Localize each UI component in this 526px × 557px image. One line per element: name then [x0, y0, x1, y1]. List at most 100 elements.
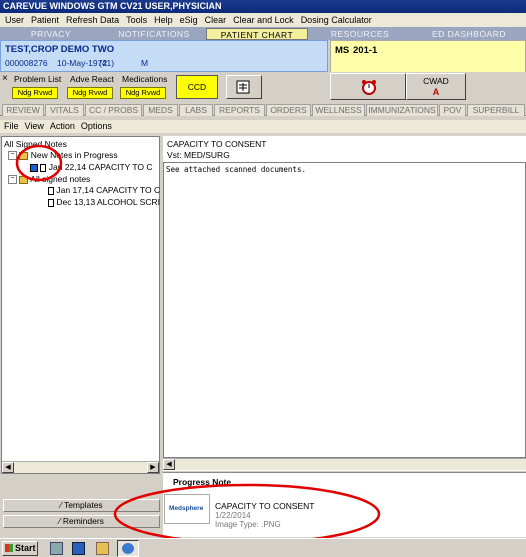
taskbar: Start [0, 538, 526, 557]
menu-options[interactable]: Options [81, 121, 112, 131]
notes-menu-bar: File View Action Options [0, 120, 526, 133]
reminders-label: Reminders [62, 516, 104, 526]
note-body-text: See attached scanned documents. [166, 165, 306, 174]
problem-list-status[interactable]: Ndg Rvwd [12, 87, 58, 99]
problem-list-label: Problem List [14, 74, 62, 84]
start-label: Start [15, 543, 36, 553]
patient-name: TEST,CROP DEMO TWO [5, 44, 115, 55]
menu-action[interactable]: Action [50, 121, 75, 131]
carevue-app-icon [122, 543, 134, 554]
windows-logo-icon [5, 544, 13, 552]
tree-item-dec13[interactable]: Dec 13,13 ALCOHOL SCRI [48, 197, 160, 208]
note-horizontal-scrollbar[interactable]: ◀ [163, 458, 526, 470]
ccd-button[interactable]: CCD [176, 75, 218, 99]
tab-meds[interactable]: MEDS [143, 104, 178, 116]
location-unit: MS [335, 45, 350, 56]
tab-superbill[interactable]: SUPERBILL [467, 104, 525, 116]
reminders-button[interactable]: ⁄ Reminders [3, 515, 160, 528]
cwad-label: CWAD [423, 76, 449, 86]
menu-clear[interactable]: Clear [205, 15, 227, 25]
collapse-icon[interactable]: − [8, 175, 17, 185]
tab-labs[interactable]: LABS [179, 104, 213, 116]
location-panel[interactable]: MS 201-1 [330, 40, 526, 76]
note-view-panel: CAPACITY TO CONSENT Vst: MED/SURG See at… [163, 136, 526, 471]
location-room: 201-1 [353, 45, 378, 56]
tree-item-jan22-label: Jan 22,14 CAPACITY TO C [48, 162, 153, 172]
tab-notifications[interactable]: NOTIFICATIONS [102, 28, 206, 40]
medsphere-logo: Medsphere [169, 505, 204, 512]
adverse-reactions-status[interactable]: Ndg Rvwd [67, 87, 113, 99]
medications-status[interactable]: Ndg Rvwd [120, 87, 166, 99]
carevue-taskbar-button[interactable] [117, 540, 139, 557]
scroll-left-icon[interactable]: ◀ [163, 459, 175, 470]
server-manager-icon[interactable] [50, 542, 63, 555]
attachment-date: 1/22/2014 [215, 511, 251, 520]
tree-item-jan22[interactable]: Jan 22,14 CAPACITY TO C [30, 162, 153, 173]
tree-group-new-notes-label: New Notes in Progress [30, 150, 118, 160]
tree-group-signed-label: All signed notes [30, 174, 91, 184]
menu-tools[interactable]: Tools [126, 15, 147, 25]
tab-cc-probs[interactable]: CC / PROBS [85, 104, 142, 116]
alerts-row: × Problem List Ndg Rvwd Adve React Ndg R… [0, 72, 526, 102]
tree-item-jan17[interactable]: Jan 17,14 CAPACITY TO C [48, 185, 160, 196]
thumbnail[interactable]: Medsphere [164, 494, 210, 524]
menu-dosing-calculator[interactable]: Dosing Calculator [301, 15, 372, 25]
patient-age: (41) [99, 58, 115, 68]
cwad-value: A [432, 87, 440, 97]
calculator-icon [236, 80, 250, 94]
menu-bar: User Patient Refresh Data Tools Help eSig Clea… [0, 13, 526, 27]
title-bar: CAREVUE WINDOWS GTM CV21 USER,PHYSICIAN [0, 0, 526, 13]
calculator-button[interactable] [226, 75, 262, 99]
menu-esig[interactable]: eSig [180, 15, 198, 25]
tab-reports[interactable]: REPORTS [214, 104, 265, 116]
folder-icon [19, 151, 29, 160]
patient-banner[interactable]: TEST,CROP DEMO TWO 000008276 10-May-1972… [0, 40, 328, 72]
progress-note-panel: Progress Note Medsphere CAPACITY TO CONS… [163, 472, 526, 537]
tab-immunizations[interactable]: IMMUNIZATIONS [366, 104, 438, 116]
attachment-title: CAPACITY TO CONSENT [215, 501, 315, 511]
notes-tree-panel: All Signed Notes − New Notes in Progress… [1, 136, 160, 474]
tab-wellness[interactable]: WELLNESS [312, 104, 365, 116]
templates-label: Templates [63, 500, 103, 510]
start-button[interactable]: Start [2, 541, 38, 556]
tree-header: All Signed Notes [4, 139, 67, 149]
menu-help[interactable]: Help [154, 15, 173, 25]
tree-horizontal-scrollbar[interactable]: ◀ ▶ [2, 461, 159, 473]
attachment-type: Image Type: .PNG [215, 520, 281, 529]
menu-user[interactable]: User [5, 15, 24, 25]
alarm-button[interactable] [330, 73, 406, 100]
powershell-icon[interactable] [72, 542, 85, 555]
tab-privacy[interactable]: PRIVACY [0, 28, 102, 40]
templates-button[interactable]: ⁄ Templates [3, 499, 160, 512]
tab-review[interactable]: REVIEW [2, 104, 44, 116]
collapse-icon[interactable]: − [8, 151, 17, 161]
scroll-left-icon[interactable]: ◀ [2, 462, 14, 473]
tab-ed-dashboard[interactable]: ED DASHBOARD [412, 28, 526, 40]
progress-note-header: Progress Note [173, 477, 232, 487]
menu-file[interactable]: File [4, 121, 19, 131]
document-icon [48, 186, 54, 195]
cwad-button[interactable]: CWAD A [406, 73, 466, 100]
close-icon[interactable]: × [2, 73, 8, 84]
tab-resources[interactable]: RESOURCES [308, 28, 412, 40]
note-title: CAPACITY TO CONSENT [167, 139, 267, 149]
note-visit: Vst: MED/SURG [167, 150, 230, 160]
tree-group-signed[interactable]: − All signed notes [8, 174, 90, 185]
folder-icon [19, 175, 29, 184]
tab-pov[interactable]: POV [439, 104, 466, 116]
tree-item-dec13-label: Dec 13,13 ALCOHOL SCRI [56, 197, 160, 207]
top-tab-bar: PRIVACY NOTIFICATIONS PATIENT CHART RESO… [0, 27, 526, 40]
menu-refresh-data[interactable]: Refresh Data [66, 15, 119, 25]
menu-view[interactable]: View [25, 121, 44, 131]
explorer-folder-icon[interactable] [96, 542, 109, 555]
tree-group-new-notes[interactable]: − New Notes in Progress [8, 150, 118, 161]
menu-patient[interactable]: Patient [31, 15, 59, 25]
tab-patient-chart[interactable]: PATIENT CHART [206, 28, 308, 40]
note-body-area[interactable]: See attached scanned documents. [163, 162, 526, 458]
tab-vitals[interactable]: VITALS [45, 104, 84, 116]
scroll-right-icon[interactable]: ▶ [147, 462, 159, 473]
menu-clear-and-lock[interactable]: Clear and Lock [233, 15, 294, 25]
note-checkbox-icon[interactable] [30, 163, 38, 172]
patient-mrn: 000008276 [5, 58, 48, 68]
tab-orders[interactable]: ORDERS [266, 104, 311, 116]
